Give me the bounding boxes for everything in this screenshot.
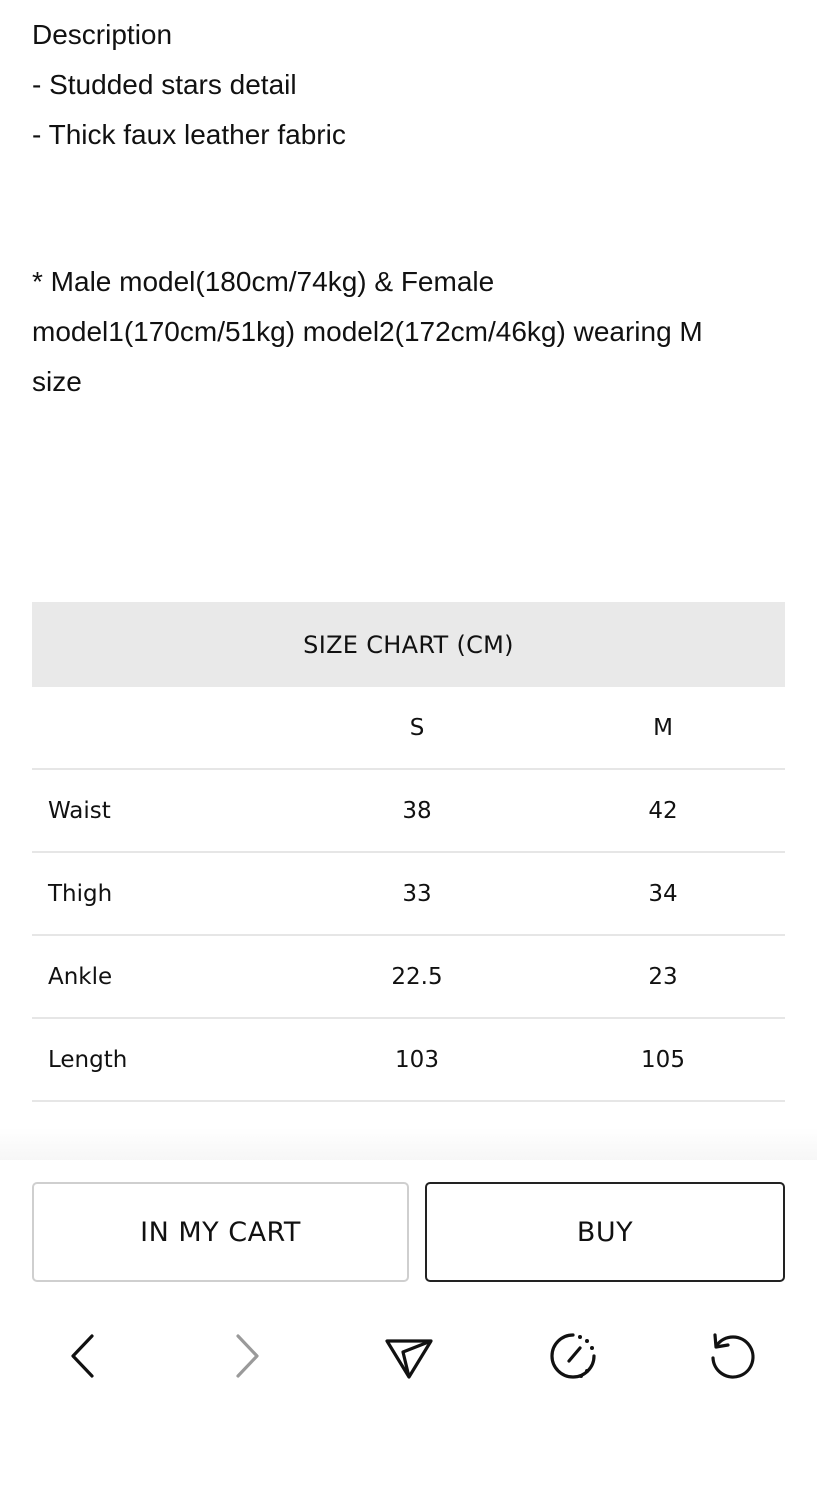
description-bullet: - Thick faux leather fabric: [32, 119, 346, 150]
browser-toolbar: [0, 1300, 817, 1500]
model-note: size: [32, 366, 82, 397]
size-m-value: 42: [648, 797, 678, 824]
purchase-action-bar: IN MY CART BUY: [0, 1160, 817, 1300]
size-s-value: 103: [395, 1046, 439, 1073]
reload-icon[interactable]: [706, 1330, 758, 1382]
row-label: Waist: [48, 797, 111, 824]
size-chart-table: SIZE CHART (CM) S M Waist 38 42 Thigh 33…: [32, 602, 785, 1102]
table-row: Waist 38 42: [32, 770, 785, 853]
description-heading: Description: [32, 19, 173, 50]
table-row: Ankle 22.5 23: [32, 936, 785, 1019]
table-header-m: M: [653, 714, 673, 741]
size-s-value: 22.5: [391, 963, 443, 990]
size-chart-title: SIZE CHART (CM): [32, 602, 785, 687]
size-s-value: 38: [402, 797, 432, 824]
in-my-cart-button[interactable]: IN MY CART: [32, 1182, 409, 1282]
back-icon[interactable]: [58, 1330, 110, 1382]
action-bar-shadow: [0, 1128, 817, 1162]
table-row: Thigh 33 34: [32, 853, 785, 936]
size-m-value: 105: [641, 1046, 685, 1073]
size-m-value: 23: [648, 963, 678, 990]
table-row: Length 103 105: [32, 1019, 785, 1102]
model-note: * Male model(180cm/74kg) & Female: [32, 266, 495, 297]
buy-button[interactable]: BUY: [425, 1182, 785, 1282]
size-chart-column-headers: S M: [32, 687, 785, 770]
forward-icon[interactable]: [221, 1330, 273, 1382]
description-bullet: - Studded stars detail: [32, 69, 297, 100]
size-s-value: 33: [402, 880, 432, 907]
share-icon[interactable]: [383, 1330, 435, 1382]
table-header-s: S: [409, 714, 425, 741]
row-label: Ankle: [48, 963, 113, 990]
model-note: model1(170cm/51kg) model2(172cm/46kg) we…: [32, 316, 703, 347]
size-m-value: 34: [648, 880, 678, 907]
row-label: Length: [48, 1046, 128, 1073]
row-label: Thigh: [48, 880, 113, 907]
speed-icon[interactable]: [547, 1330, 599, 1382]
